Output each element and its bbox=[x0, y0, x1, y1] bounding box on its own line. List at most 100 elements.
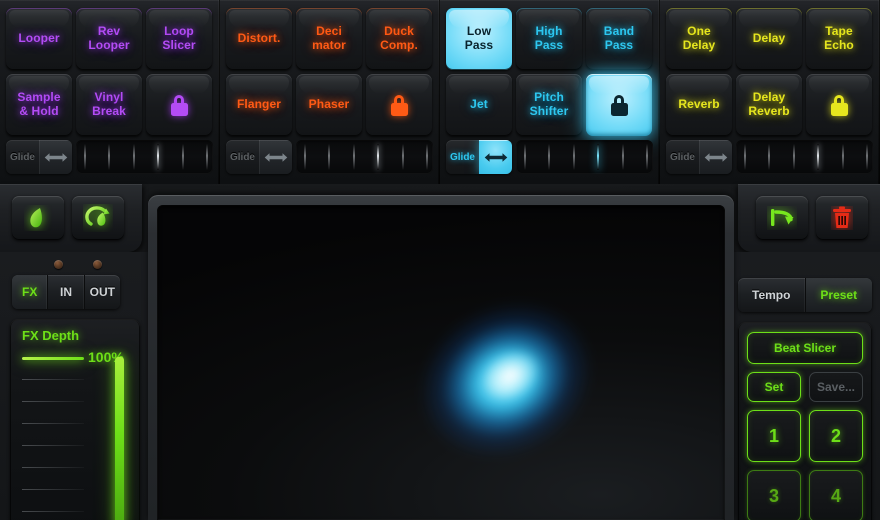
fx-pad-filter-3[interactable]: Jet bbox=[446, 74, 512, 136]
routing-tab-out[interactable]: OUT bbox=[85, 275, 120, 309]
leaf-refresh-icon bbox=[85, 206, 110, 226]
fx-pad-distortion-5[interactable] bbox=[366, 74, 432, 136]
fx-pad-row: Jet Pitch Shifter bbox=[446, 74, 653, 136]
left-right-arrow-icon bbox=[264, 152, 287, 162]
mode-tab-tempo[interactable]: Tempo bbox=[738, 278, 806, 312]
fx-pad-filter-0[interactable]: Low Pass bbox=[446, 8, 512, 70]
depth-tick bbox=[22, 445, 84, 446]
routing-tab-fx[interactable]: FX bbox=[12, 275, 49, 309]
glide-tick-strip-loop[interactable] bbox=[76, 140, 213, 174]
undo-arrow-icon bbox=[771, 209, 794, 226]
xy-touch-pad[interactable] bbox=[157, 205, 725, 520]
fx-pad-delay-2[interactable]: Tape Echo bbox=[806, 8, 872, 70]
fx-pad-filter-4[interactable]: Pitch Shifter bbox=[516, 74, 582, 136]
depth-tick bbox=[22, 489, 84, 490]
beat-slicer-button[interactable]: Beat Slicer bbox=[747, 332, 863, 364]
right-control-panel: Tempo Preset Beat Slicer Set Save... 123… bbox=[730, 252, 880, 520]
pad-highlight bbox=[229, 10, 289, 28]
glide-tick bbox=[597, 144, 600, 170]
glide-arrow-button[interactable] bbox=[699, 140, 732, 174]
glide-row-filter: Glide bbox=[446, 140, 653, 174]
fx-pad-label: Phaser bbox=[308, 97, 350, 112]
lock-icon bbox=[170, 94, 188, 116]
pad-highlight bbox=[299, 76, 359, 94]
preset-pad-2[interactable]: 2 bbox=[809, 410, 863, 462]
fx-depth-scale[interactable] bbox=[22, 357, 84, 520]
xy-pad-bezel bbox=[148, 195, 734, 520]
fx-pad-delay-3[interactable]: Reverb bbox=[666, 74, 732, 136]
leaf-refresh-button[interactable] bbox=[72, 196, 124, 240]
left-shoulder-bar bbox=[0, 184, 142, 252]
glide-tick bbox=[817, 144, 820, 170]
lock-icon bbox=[390, 94, 408, 116]
glide-tick-strip-delay[interactable] bbox=[736, 140, 873, 174]
lock-icon bbox=[610, 94, 628, 116]
pad-highlight bbox=[449, 76, 509, 94]
glide-button-delay[interactable]: Glide bbox=[666, 140, 732, 174]
fx-depth-panel: FX Depth 100% bbox=[10, 319, 140, 520]
fx-pad-delay-4[interactable]: Delay Reverb bbox=[736, 74, 802, 136]
glide-tick-strip-distortion[interactable] bbox=[296, 140, 433, 174]
undo-button[interactable] bbox=[756, 196, 808, 240]
fx-pad-label: Sample & Hold bbox=[17, 90, 61, 118]
fx-pad-row: Flanger Phaser bbox=[226, 74, 433, 136]
depth-tick bbox=[22, 423, 84, 424]
fx-pad-label: Tape Echo bbox=[824, 24, 854, 52]
set-button[interactable]: Set bbox=[747, 372, 801, 402]
glide-arrow-button[interactable] bbox=[259, 140, 292, 174]
fx-pad-label: Looper bbox=[18, 31, 60, 46]
fx-pad-label: Deci mator bbox=[312, 24, 346, 52]
preset-pad-3[interactable]: 3 bbox=[747, 470, 801, 520]
fx-pad-label: Jet bbox=[470, 97, 488, 112]
pad-highlight bbox=[229, 76, 289, 94]
fx-group-loop: Looper Rev Looper Loop Slicer Sample & Hold Vin… bbox=[0, 0, 220, 184]
fx-pad-filter-1[interactable]: High Pass bbox=[516, 8, 582, 70]
led-in bbox=[54, 260, 63, 269]
fx-pad-rows: Low Pass High Pass Band Pass Jet Pitch Shifter bbox=[446, 8, 653, 136]
mode-tab-preset[interactable]: Preset bbox=[805, 278, 872, 312]
left-right-arrow-icon bbox=[484, 152, 507, 162]
fx-pad-distortion-3[interactable]: Flanger bbox=[226, 74, 292, 136]
glide-tick bbox=[792, 144, 795, 170]
fx-pad-loop-0[interactable]: Looper bbox=[6, 8, 72, 70]
fx-pad-delay-0[interactable]: One Delay bbox=[666, 8, 732, 70]
fx-pad-delay-5[interactable] bbox=[806, 74, 872, 136]
glide-tick bbox=[157, 144, 160, 170]
fx-pad-distortion-2[interactable]: Duck Comp. bbox=[366, 8, 432, 70]
fx-pad-filter-2[interactable]: Band Pass bbox=[586, 8, 652, 70]
fx-pad-distortion-4[interactable]: Phaser bbox=[296, 74, 362, 136]
glide-tick bbox=[621, 144, 624, 170]
glide-tick bbox=[108, 144, 111, 170]
fx-depth-bar[interactable] bbox=[115, 357, 124, 520]
right-shoulder-bar bbox=[738, 184, 880, 252]
save-button[interactable]: Save... bbox=[809, 372, 863, 402]
fx-pad-loop-3[interactable]: Sample & Hold bbox=[6, 74, 72, 136]
fx-pad-rows: One Delay Delay Tape Echo Reverb Delay Reverb bbox=[666, 8, 873, 136]
glide-tick bbox=[646, 144, 648, 170]
fx-pad-loop-1[interactable]: Rev Looper bbox=[76, 8, 142, 70]
glide-label: Glide bbox=[669, 151, 695, 163]
glide-arrow-button[interactable] bbox=[39, 140, 72, 174]
fx-pad-delay-1[interactable]: Delay bbox=[736, 8, 802, 70]
glide-arrow-button[interactable] bbox=[479, 140, 512, 174]
depth-tick bbox=[22, 401, 84, 402]
fx-pad-distortion-0[interactable]: Distort. bbox=[226, 8, 292, 70]
led-out bbox=[93, 260, 102, 269]
fx-group-delay: One Delay Delay Tape Echo Reverb Delay Reverb Gl… bbox=[660, 0, 880, 184]
fx-pad-filter-5[interactable] bbox=[586, 74, 652, 136]
fx-pad-distortion-1[interactable]: Deci mator bbox=[296, 8, 362, 70]
preset-pad-4[interactable]: 4 bbox=[809, 470, 863, 520]
fx-pad-loop-4[interactable]: Vinyl Break bbox=[76, 74, 142, 136]
glide-tick bbox=[426, 144, 428, 170]
glide-row-loop: Glide bbox=[6, 140, 213, 174]
glide-tick-strip-filter[interactable] bbox=[516, 140, 653, 174]
fx-pad-loop-2[interactable]: Loop Slicer bbox=[146, 8, 212, 70]
routing-tab-in[interactable]: IN bbox=[48, 275, 85, 309]
delete-button[interactable] bbox=[816, 196, 868, 240]
leaf-button[interactable] bbox=[12, 196, 64, 240]
preset-pad-1[interactable]: 1 bbox=[747, 410, 801, 462]
glide-button-distortion[interactable]: Glide bbox=[226, 140, 292, 174]
glide-button-filter[interactable]: Glide bbox=[446, 140, 512, 174]
glide-button-loop[interactable]: Glide bbox=[6, 140, 72, 174]
fx-pad-loop-5[interactable] bbox=[146, 74, 212, 136]
